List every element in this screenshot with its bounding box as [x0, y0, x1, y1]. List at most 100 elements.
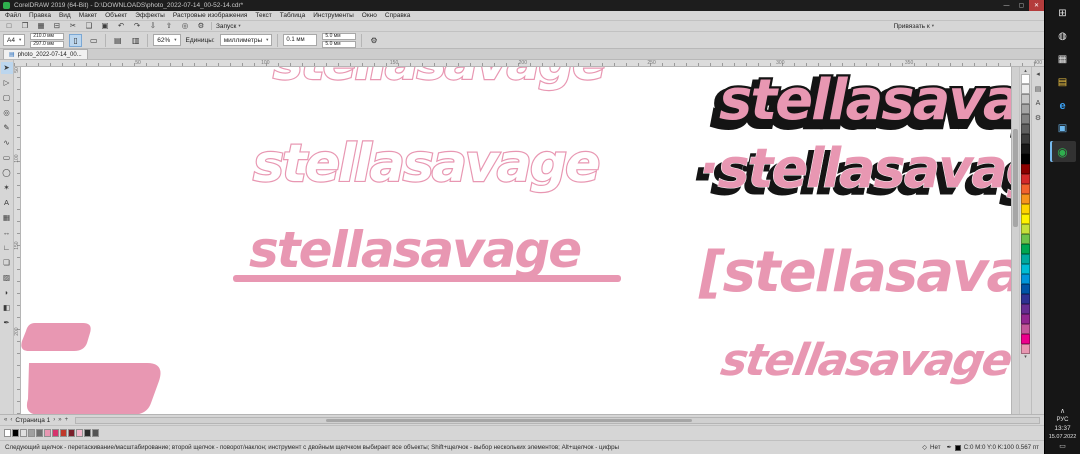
- freehand-tool[interactable]: ✎: [1, 122, 13, 134]
- ellipse-tool[interactable]: ◯: [1, 167, 13, 179]
- print-icon[interactable]: ⊟: [51, 21, 63, 31]
- language-indicator[interactable]: РУС: [1056, 417, 1068, 423]
- new-icon[interactable]: □: [3, 21, 15, 31]
- duplicate-y-field[interactable]: 5.0 мм: [322, 40, 357, 48]
- export-icon[interactable]: ⇧: [163, 21, 175, 31]
- artistic-media-tool[interactable]: ∿: [1, 137, 13, 149]
- document-color[interactable]: [60, 429, 67, 437]
- duplicate-x-field[interactable]: 5.0 мм: [322, 32, 357, 40]
- launch-button[interactable]: Запуск ▾: [216, 23, 241, 30]
- vertical-scrollbar[interactable]: [1011, 67, 1019, 414]
- logo-filled-underline[interactable]: stellasavage: [233, 215, 633, 300]
- palette-color[interactable]: [1021, 214, 1030, 224]
- menu-item[interactable]: Эффекты: [135, 12, 165, 19]
- import-icon[interactable]: ⇩: [147, 21, 159, 31]
- palette-color[interactable]: [1021, 244, 1030, 254]
- save-icon[interactable]: ▦: [35, 21, 47, 31]
- palette-color[interactable]: [1021, 184, 1030, 194]
- logo-outline[interactable]: stellasavage: [251, 133, 651, 197]
- palette-color[interactable]: [1021, 274, 1030, 284]
- interactive-fill-tool[interactable]: ◧: [1, 302, 13, 314]
- document-color[interactable]: [36, 429, 43, 437]
- photos-icon[interactable]: ▣: [1050, 118, 1076, 139]
- clock-time[interactable]: 13:37: [1054, 425, 1070, 432]
- palette-color[interactable]: [1021, 254, 1030, 264]
- logo-bracket[interactable]: [stellasavage: [695, 225, 1012, 330]
- file-explorer-icon[interactable]: ▤: [1050, 72, 1076, 93]
- connector-tool[interactable]: ∟: [1, 242, 13, 254]
- palette-color[interactable]: [1021, 114, 1030, 124]
- document-color[interactable]: [44, 429, 51, 437]
- shape-tool[interactable]: ▷: [1, 77, 13, 89]
- document-tab[interactable]: ▤ photo_2022-07-14_00...: [3, 49, 88, 59]
- horizontal-ruler[interactable]: 50 100 150 200 250 300 350 400: [14, 60, 1044, 67]
- palette-color[interactable]: [1021, 284, 1030, 294]
- zoom-tool[interactable]: ◎: [1, 107, 13, 119]
- task-view-icon[interactable]: ▦: [1050, 49, 1076, 70]
- document-color[interactable]: [20, 429, 27, 437]
- close-button[interactable]: ✕: [1029, 0, 1044, 11]
- next-page-button[interactable]: ›: [53, 417, 55, 423]
- rectangle-tool[interactable]: ▭: [1, 152, 13, 164]
- palette-color[interactable]: [1021, 144, 1030, 154]
- docker-properties-icon[interactable]: ▤: [1035, 85, 1042, 93]
- document-color[interactable]: [68, 429, 75, 437]
- prev-page-button[interactable]: ‹: [10, 417, 12, 423]
- cut-icon[interactable]: ✂: [67, 21, 79, 31]
- maximize-button[interactable]: ▢: [1014, 0, 1029, 11]
- drawing-canvas[interactable]: stellasavage stellasavage stellasavage s…: [21, 67, 1011, 414]
- copy-icon[interactable]: ❑: [83, 21, 95, 31]
- zoom-level-select[interactable]: 62% ▾: [153, 34, 181, 46]
- page-width-field[interactable]: 210.0 мм: [30, 32, 65, 40]
- palette-color[interactable]: [1021, 344, 1030, 354]
- palette-color[interactable]: [1021, 314, 1030, 324]
- menu-item[interactable]: Объект: [105, 12, 127, 19]
- menu-item[interactable]: Справка: [385, 12, 411, 19]
- undo-icon[interactable]: ↶: [115, 21, 127, 31]
- options-icon[interactable]: ⚙: [195, 21, 207, 31]
- palette-color[interactable]: [1021, 304, 1030, 314]
- document-color[interactable]: [84, 429, 91, 437]
- palette-color[interactable]: [1021, 134, 1030, 144]
- palette-color[interactable]: [1021, 264, 1030, 274]
- eyedropper-tool[interactable]: ◗: [1, 287, 13, 299]
- nudge-field[interactable]: 0.1 мм: [283, 34, 318, 46]
- clock-date[interactable]: 15.07.2022: [1049, 434, 1077, 440]
- logo-drop-shadow[interactable]: ·stellasavage ·stellasavage: [692, 125, 1012, 225]
- palette-color[interactable]: [1021, 234, 1030, 244]
- last-page-button[interactable]: »: [58, 417, 61, 423]
- docker-settings-icon[interactable]: ⚙: [1035, 114, 1041, 122]
- palette-color[interactable]: [1021, 174, 1030, 184]
- palette-scroll-down-icon[interactable]: ▾: [1024, 354, 1027, 360]
- menu-item[interactable]: Текст: [255, 12, 271, 19]
- snap-to-button[interactable]: Привязать к ▾: [893, 23, 934, 30]
- vertical-ruler[interactable]: 50 100 150 200: [14, 67, 21, 414]
- browser-icon[interactable]: e: [1050, 95, 1076, 116]
- open-icon[interactable]: ❐: [19, 21, 31, 31]
- minimize-button[interactable]: —: [999, 0, 1014, 11]
- menu-item[interactable]: Правка: [29, 12, 51, 19]
- document-color[interactable]: [52, 429, 59, 437]
- palette-color[interactable]: [1021, 324, 1030, 334]
- palette-color[interactable]: [1021, 104, 1030, 114]
- table-tool[interactable]: ▦: [1, 212, 13, 224]
- palette-color[interactable]: [1021, 124, 1030, 134]
- search-icon[interactable]: ◍: [1050, 26, 1076, 47]
- menu-item[interactable]: Инструменты: [313, 12, 354, 19]
- text-tool[interactable]: A: [1, 197, 13, 209]
- hidden-icons-chevron[interactable]: ∧: [1060, 407, 1065, 415]
- palette-color[interactable]: [1021, 334, 1030, 344]
- horizontal-scrollbar[interactable]: [75, 416, 1040, 424]
- search-icon[interactable]: ◎: [179, 21, 191, 31]
- palette-color[interactable]: [1021, 154, 1030, 164]
- coreldraw-taskbar-icon[interactable]: ◉: [1049, 141, 1076, 162]
- scrollbar-thumb[interactable]: [326, 418, 693, 422]
- menu-item[interactable]: Вид: [59, 12, 71, 19]
- current-page-button[interactable]: ▥: [129, 34, 142, 47]
- menu-item[interactable]: Окно: [362, 12, 377, 19]
- drop-shadow-tool[interactable]: ❏: [1, 257, 13, 269]
- transparency-tool[interactable]: ▨: [1, 272, 13, 284]
- docker-collapse-icon[interactable]: ◂: [1036, 70, 1040, 78]
- logo-shape-fragment[interactable]: [21, 319, 194, 414]
- page-height-field[interactable]: 297.0 мм: [30, 40, 65, 48]
